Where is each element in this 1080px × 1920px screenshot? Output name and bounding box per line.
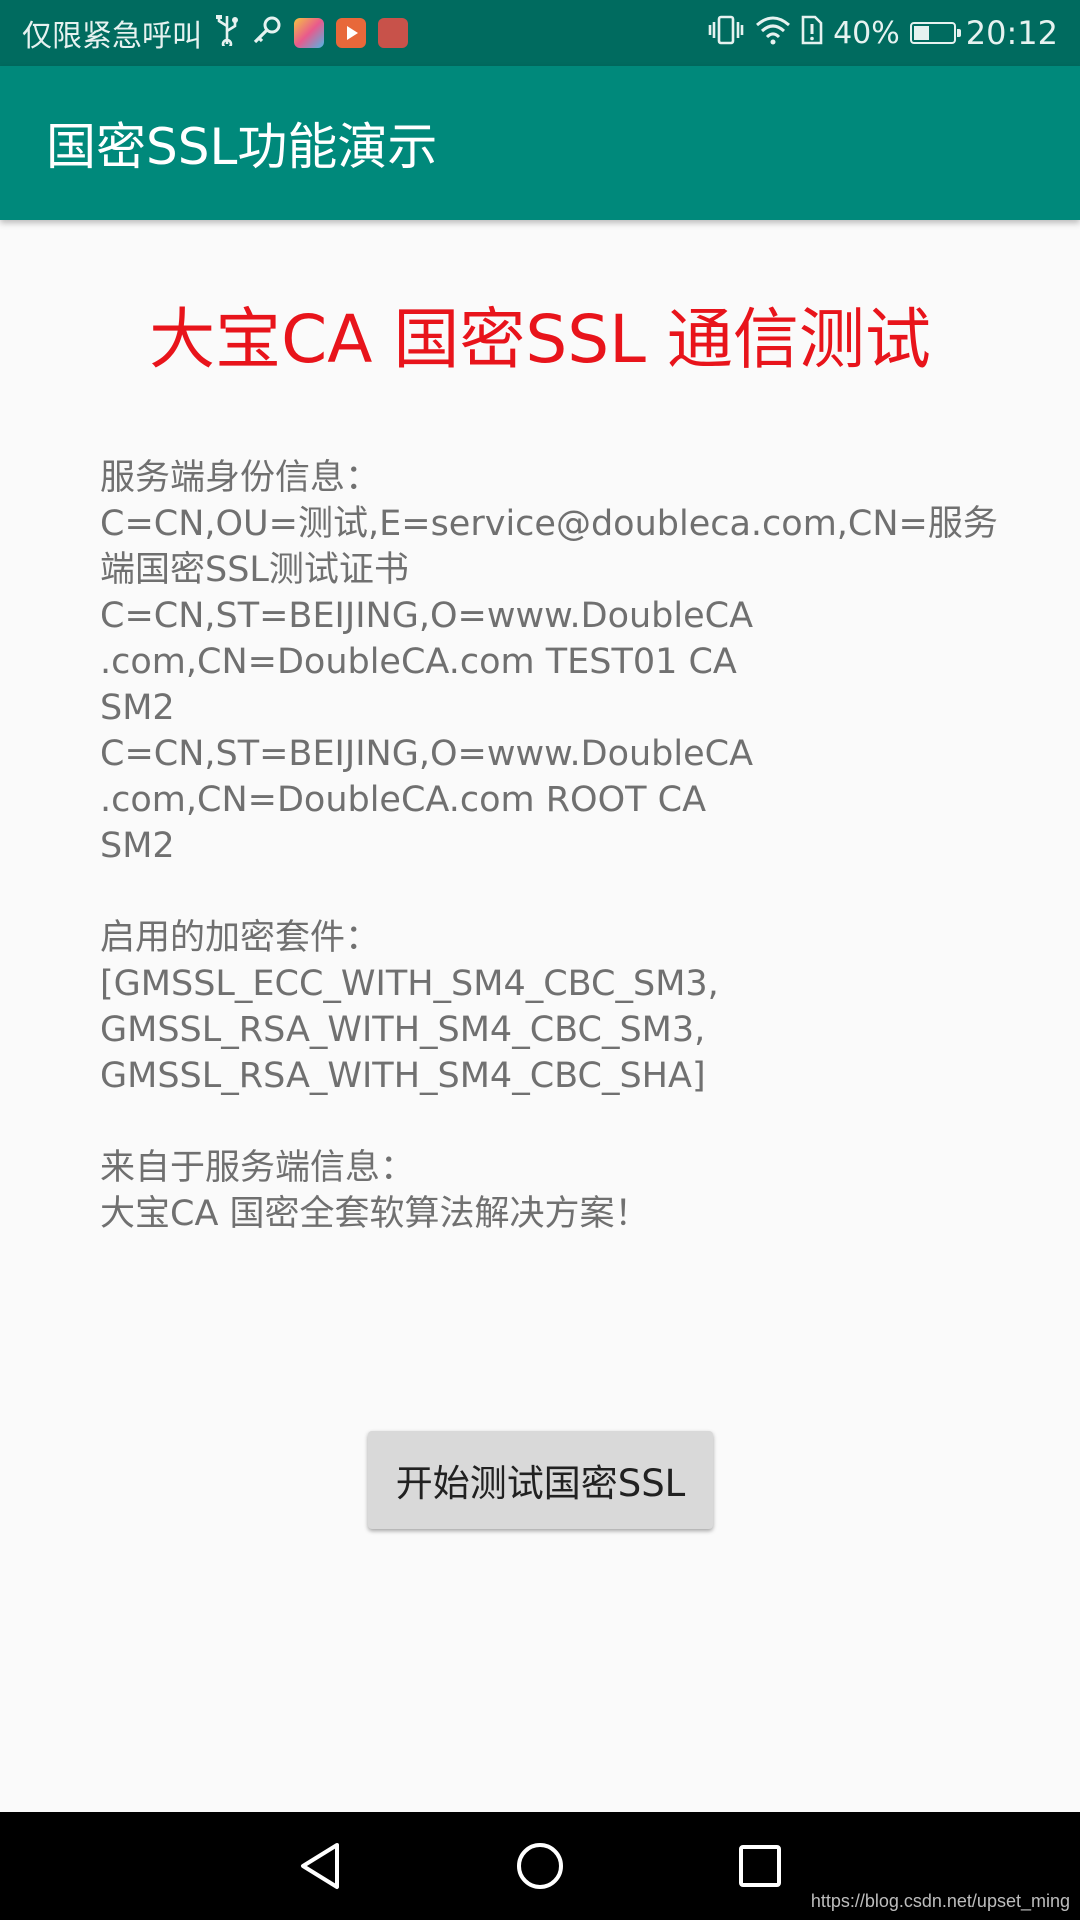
key-icon [252, 15, 282, 51]
status-bar: 仅限紧急呼叫 40% 20:12 [0, 0, 1080, 66]
start-ssl-test-button[interactable]: 开始测试国密SSL [368, 1431, 713, 1529]
app-title: 国密SSL功能演示 [46, 118, 438, 176]
info-text-block: 服务端身份信息： C=CN,OU=测试,E=service@doubleca.c… [100, 455, 1000, 1237]
app-toolbar: 国密SSL功能演示 [0, 66, 1080, 220]
video-app-icon [336, 18, 366, 48]
cipher-line: [GMSSL_ECC_WITH_SM4_CBC_SM3, [100, 964, 719, 1004]
server-identity-label: 服务端身份信息： [100, 458, 381, 498]
cert-line: .com,CN=DoubleCA.com ROOT CA [100, 780, 707, 820]
back-button[interactable] [260, 1812, 380, 1920]
carrier-text: 仅限紧急呼叫 [22, 19, 202, 54]
status-bar-right: 40% 20:12 [697, 14, 1058, 52]
home-icon [517, 1843, 563, 1889]
recents-icon [739, 1845, 781, 1887]
server-message: 大宝CA 国密全套软算法解决方案！ [100, 1194, 650, 1234]
battery-percent: 40% [833, 15, 900, 51]
wifi-icon [755, 15, 791, 51]
sim-alert-icon [801, 15, 823, 51]
cert-line: C=CN,ST=BEIJING,O=www.DoubleCA [100, 596, 754, 636]
cert-line: 端国密SSL测试证书 [100, 550, 409, 590]
page-headline: 大宝CA 国密SSL 通信测试 [149, 301, 931, 378]
cert-line: C=CN,OU=测试,E=service@doubleca.com,CN=服务 [100, 504, 998, 544]
cert-line: SM2 [100, 826, 175, 866]
huawei-app-icon [378, 18, 408, 48]
server-message-label: 来自于服务端信息： [100, 1148, 416, 1188]
usb-icon [214, 14, 240, 52]
cert-line: .com,CN=DoubleCA.com TEST01 CA [100, 642, 737, 682]
status-bar-left: 仅限紧急呼叫 [22, 11, 420, 55]
battery-icon [909, 22, 961, 44]
home-button[interactable] [480, 1812, 600, 1920]
battery-level [913, 26, 929, 40]
cipher-line: GMSSL_RSA_WITH_SM4_CBC_SHA] [100, 1056, 706, 1096]
cert-line: SM2 [100, 688, 175, 728]
gallery-app-icon [294, 18, 324, 48]
vibrate-icon [707, 14, 745, 52]
back-icon [301, 1843, 339, 1889]
clock: 20:12 [965, 14, 1058, 52]
watermark-text: https://blog.csdn.net/upset_ming [810, 1891, 1070, 1911]
recents-button[interactable] [700, 1812, 820, 1920]
cipher-line: GMSSL_RSA_WITH_SM4_CBC_SM3, [100, 1010, 706, 1050]
navigation-bar: https://blog.csdn.net/upset_ming [0, 1812, 1080, 1920]
cert-line: C=CN,ST=BEIJING,O=www.DoubleCA [100, 734, 754, 774]
cipher-suites-label: 启用的加密套件： [100, 918, 381, 958]
